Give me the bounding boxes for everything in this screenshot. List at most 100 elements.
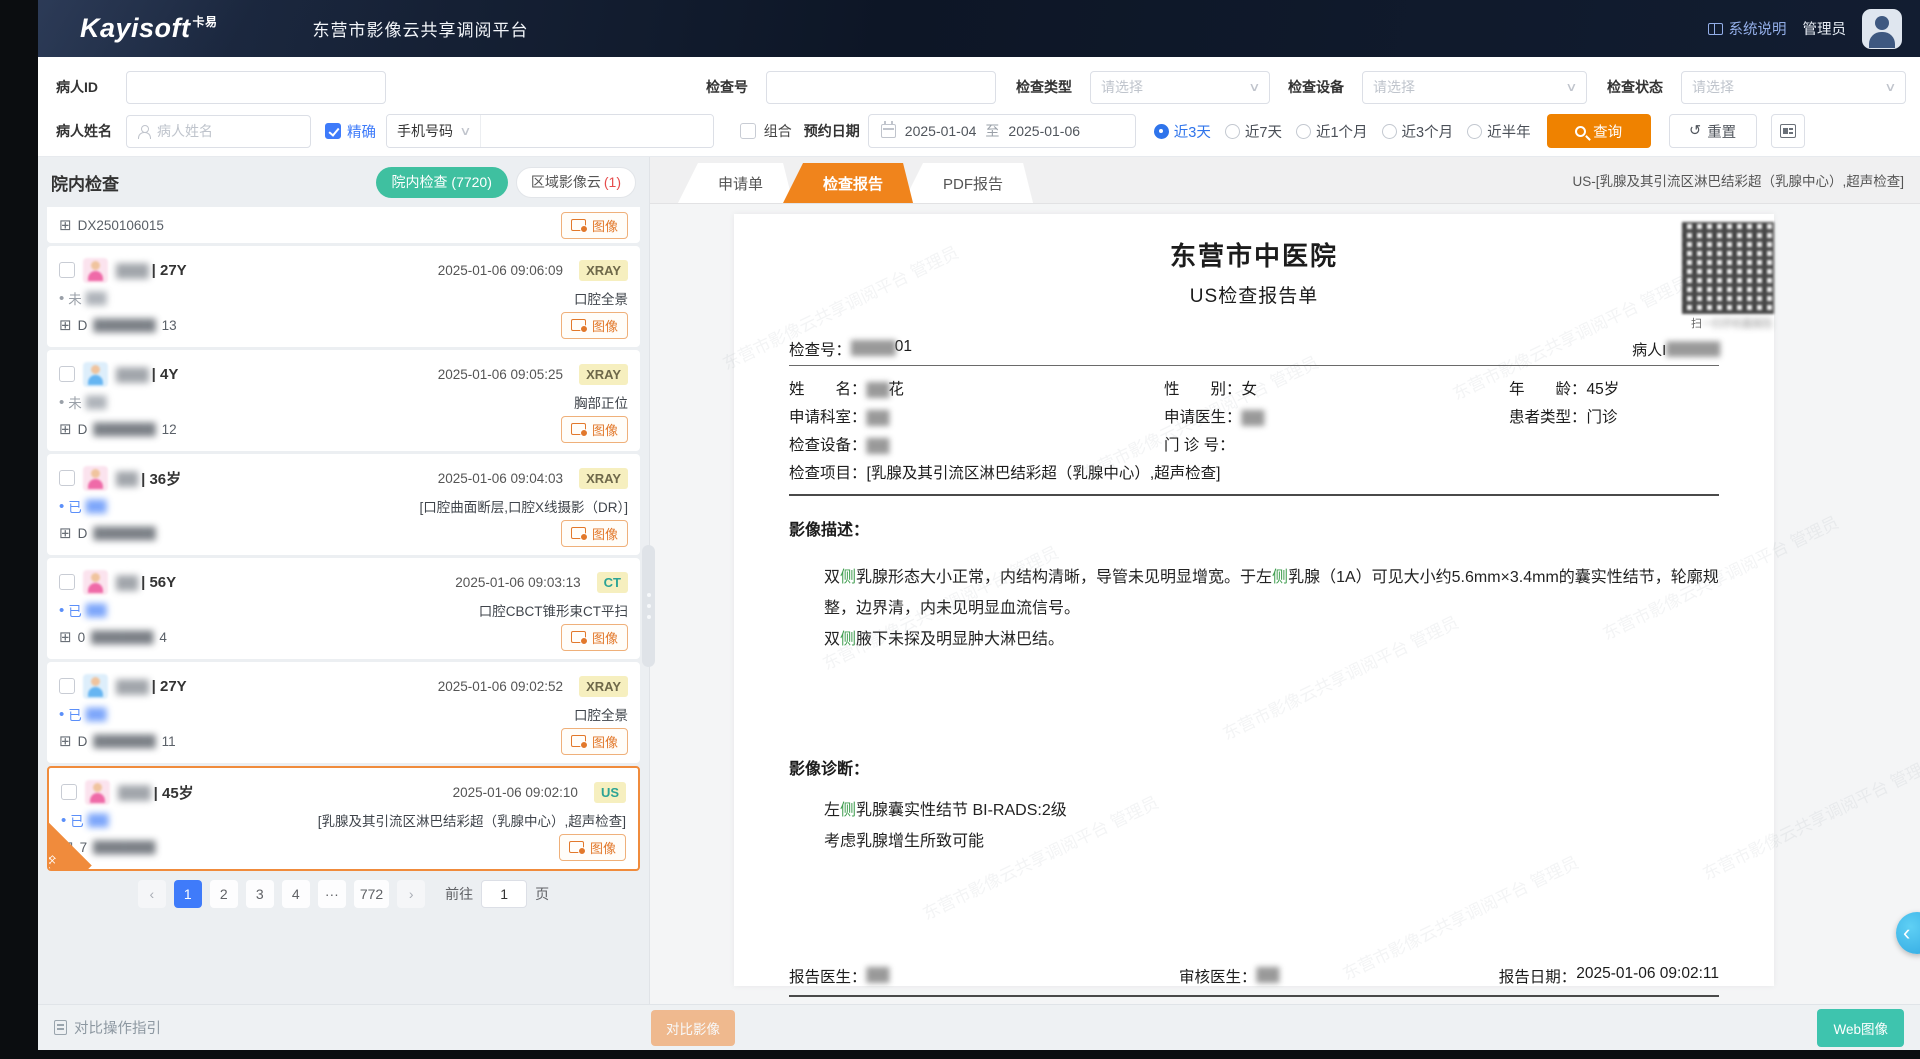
page-button-3[interactable]: 3: [246, 880, 274, 908]
row-checkbox[interactable]: [61, 784, 77, 800]
device-select[interactable]: 请选择 ∨: [1362, 71, 1587, 104]
exam-card[interactable]: ▇▇| 56Y 2025-01-06 09:03:13 CT •已▇▇ 口腔CB…: [47, 558, 640, 659]
user-avatar[interactable]: [1862, 9, 1902, 49]
date-range-picker[interactable]: 2025-01-04 至 2025-01-06: [868, 114, 1136, 148]
field-label: 性 别：: [1164, 376, 1242, 404]
exam-prefix: 7: [80, 840, 88, 855]
system-help-label: 系统说明: [1729, 18, 1787, 39]
page-button-2[interactable]: 2: [210, 880, 238, 908]
field-blurred: ▇▇: [867, 404, 889, 432]
exam-description: 口腔全景: [574, 704, 628, 724]
web-image-button[interactable]: Web图像: [1817, 1009, 1904, 1047]
range-1month[interactable]: 近1个月: [1296, 121, 1368, 142]
image-button[interactable]: 图像: [561, 728, 628, 755]
page-button-1[interactable]: 1: [174, 880, 202, 908]
exam-card[interactable]: ▇▇▇| 4Y 2025-01-06 09:05:25 XRAY •未▇▇ 胸部…: [47, 350, 640, 451]
system-help-link[interactable]: 系统说明: [1708, 18, 1787, 39]
image-button[interactable]: 图像: [561, 416, 628, 443]
image-button[interactable]: 图像: [561, 312, 628, 339]
row-checkbox[interactable]: [59, 678, 75, 694]
row-checkbox[interactable]: [59, 470, 75, 486]
tab-request-form[interactable]: 申请单: [678, 163, 793, 203]
panel-resize-handle[interactable]: [642, 545, 655, 667]
phone-type-select[interactable]: 手机号码 ∨: [387, 115, 480, 147]
status-select[interactable]: 请选择 ∨: [1681, 71, 1906, 104]
exam-card-selected[interactable]: ▇▇▇| 45岁 2025-01-06 09:02:10 US •已▇▇ [乳腺…: [47, 766, 640, 871]
exam-blurred: ▇▇▇▇▇▇: [93, 733, 155, 749]
image-button-label: 图像: [592, 420, 618, 439]
image-button[interactable]: 图像: [561, 212, 628, 239]
image-icon: [571, 735, 586, 747]
diagnosis-line: 左侧乳腺囊实性结节 BI-RADS:2级: [824, 795, 1734, 826]
report-tabbar: 申请单 检查报告 PDF报告 US-[乳腺及其引流区淋巴结彩超（乳腺中心）,超声…: [650, 157, 1920, 204]
tab-region-cloud[interactable]: 区域影像云 (1): [516, 167, 636, 198]
patient-name-placeholder: 病人姓名: [157, 121, 213, 141]
report-sheet: 东营市中医院 US检查报告单 扫一扫手机看报告 检查号：▇▇▇▇01 病人I▇▇…: [734, 214, 1774, 986]
patient-name-input[interactable]: 病人姓名: [126, 115, 311, 148]
image-icon: [571, 219, 586, 231]
row-checkbox[interactable]: [59, 574, 75, 590]
next-page-button[interactable]: ›: [397, 880, 425, 908]
film-grid-icon: ⊞: [59, 732, 72, 750]
description-line: 双侧乳腺形态大小正常，内结构清晰，导管未见明显增宽。于左侧乳腺（1A）可见大小约…: [824, 562, 1734, 624]
exam-list-header: 院内检查 院内检查 (7720) 区域影像云 (1): [47, 157, 640, 207]
page-ellipsis[interactable]: ···: [318, 880, 346, 908]
range-halfyear[interactable]: 近半年: [1467, 121, 1531, 142]
exam-card[interactable]: ▇▇▇| 27Y 2025-01-06 09:02:52 XRAY •已▇▇ 口…: [47, 662, 640, 763]
image-icon: [571, 527, 586, 539]
exam-prefix: D: [78, 526, 88, 541]
phone-input[interactable]: [480, 115, 713, 147]
goto-page-input[interactable]: [481, 880, 527, 908]
modality-badge: XRAY: [579, 468, 628, 489]
row-checkbox[interactable]: [59, 262, 75, 278]
combo-checkbox[interactable]: [740, 123, 756, 139]
exam-card[interactable]: ▇▇▇| 27Y 2025-01-06 09:06:09 XRAY •未▇▇ 口…: [47, 246, 640, 347]
field-age: 年 龄：45岁: [1509, 376, 1719, 404]
phone-group: 手机号码 ∨: [386, 114, 714, 148]
page-button-772[interactable]: 772: [354, 880, 389, 908]
exam-card[interactable]: ▇▇| 36岁 2025-01-06 09:04:03 XRAY •已▇▇ [口…: [47, 454, 640, 555]
exam-type-select[interactable]: 请选择 ∨: [1090, 71, 1270, 104]
navbar: Kayisoft卡易 东营市影像云共享调阅平台 系统说明 管理员: [38, 0, 1920, 57]
exact-checkbox[interactable]: [325, 123, 341, 139]
row-checkbox[interactable]: [59, 366, 75, 382]
exam-prefix: D: [78, 734, 88, 749]
search-button[interactable]: 查询: [1547, 114, 1651, 148]
layout-settings-button[interactable]: [1771, 114, 1805, 148]
page-button-4[interactable]: 4: [282, 880, 310, 908]
navbar-right: 系统说明 管理员: [1708, 9, 1903, 49]
patient-id-input[interactable]: [126, 71, 386, 104]
field-exam-item: 检查项目：[乳腺及其引流区淋巴结彩超（乳腺中心）,超声检查]: [789, 460, 1220, 488]
field-outpatient-no: 门 诊 号：: [1164, 432, 1509, 460]
compare-images-button[interactable]: 对比影像: [651, 1010, 735, 1046]
current-exam-context: US-[乳腺及其引流区淋巴结彩超（乳腺中心）,超声检查]: [1572, 170, 1904, 190]
tab-internal-label: 院内检查 (7720): [392, 172, 492, 192]
exam-suffix: 4: [159, 630, 167, 645]
report-status: •已▇▇: [59, 704, 107, 724]
image-icon: [571, 631, 586, 643]
quick-range-group: 近3天 近7天 近1个月 近3个月 近半年: [1154, 121, 1531, 142]
image-button-label: 图像: [590, 838, 616, 857]
tab-exam-report[interactable]: 检查报告: [783, 163, 913, 203]
image-button[interactable]: 图像: [561, 624, 628, 651]
image-icon: [571, 319, 586, 331]
patient-name-blurred: ▇▇: [116, 573, 137, 591]
hospital-name: 东营市中医院: [789, 236, 1719, 273]
tab-pdf-report[interactable]: PDF报告: [903, 163, 1033, 203]
tab-internal-exams[interactable]: 院内检查 (7720): [376, 167, 508, 198]
exam-number: ⊞D▇▇▇▇▇▇11: [59, 732, 176, 750]
range-3months[interactable]: 近3个月: [1382, 121, 1454, 142]
image-button[interactable]: 图像: [561, 520, 628, 547]
range-label: 近半年: [1487, 121, 1531, 142]
exam-description: [口腔曲面断层,口腔X线摄影（DR）]: [419, 496, 628, 516]
exam-card-partial[interactable]: ⊞DX250106015 图像: [47, 207, 640, 243]
exam-datetime: 2025-01-06 09:02:52: [438, 679, 563, 694]
compare-guide-link[interactable]: 对比操作指引: [54, 1017, 161, 1038]
image-button[interactable]: 图像: [559, 834, 626, 861]
reset-button[interactable]: ↺ 重置: [1669, 114, 1757, 148]
range-7days[interactable]: 近7天: [1225, 121, 1282, 142]
range-3days[interactable]: 近3天: [1154, 121, 1211, 142]
exam-no-input[interactable]: [766, 71, 996, 104]
prev-page-button[interactable]: ‹: [138, 880, 166, 908]
bullet-icon: •: [59, 706, 64, 723]
